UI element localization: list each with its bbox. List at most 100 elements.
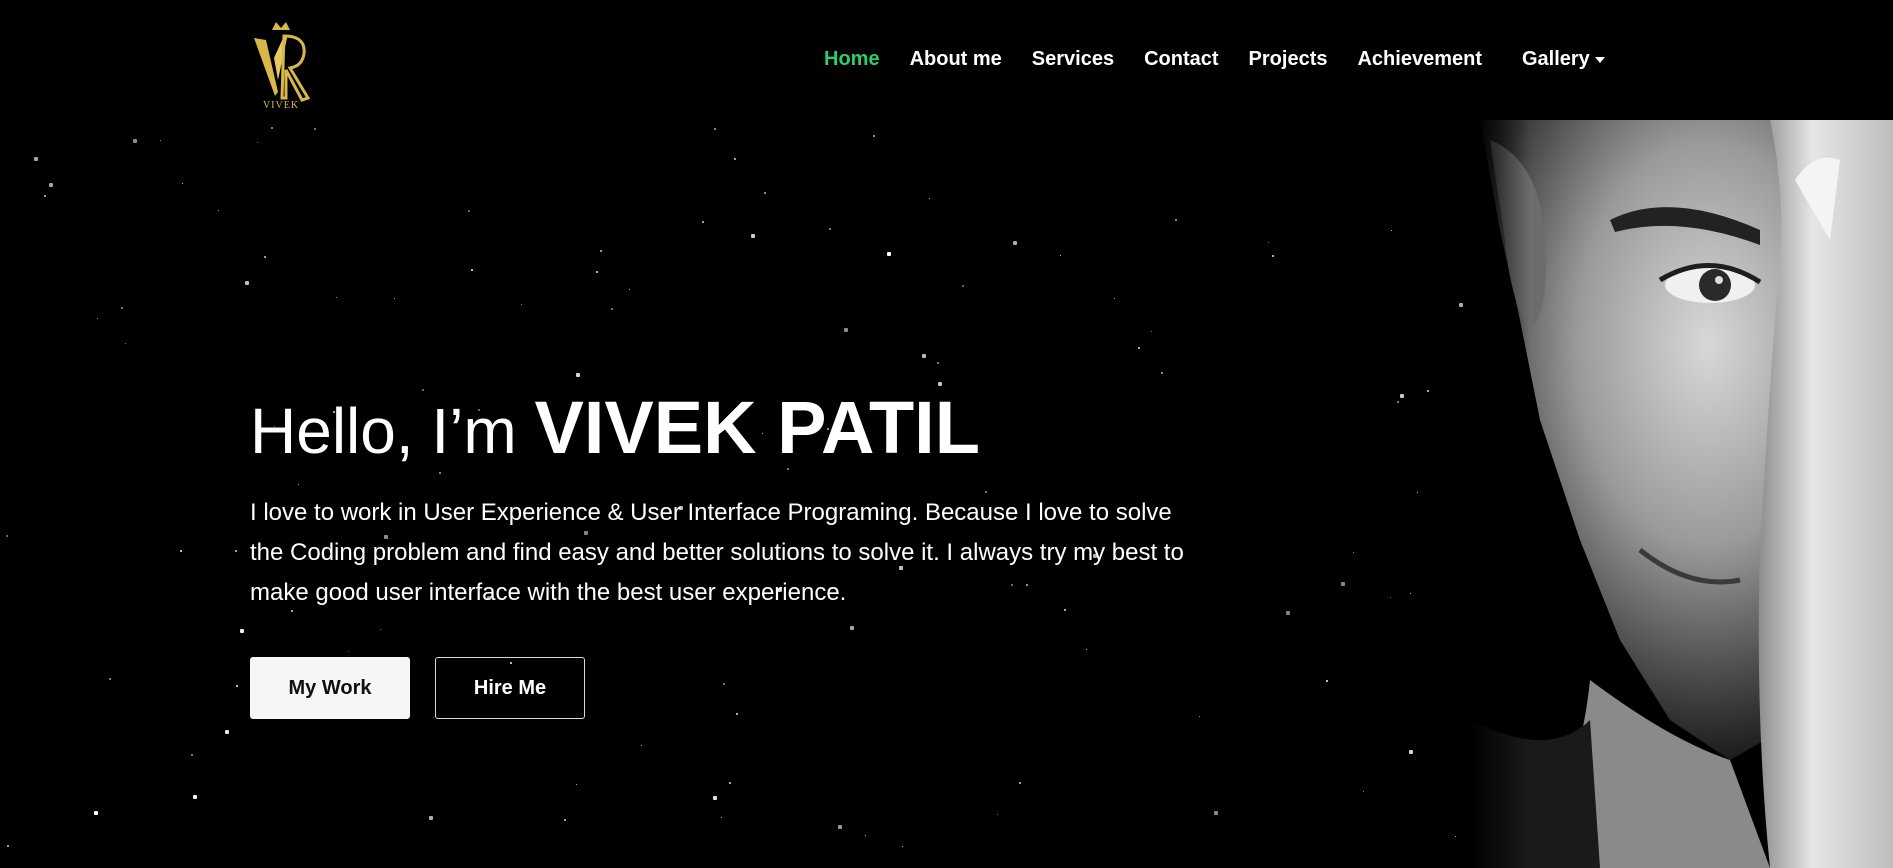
- brand-logo[interactable]: VIVEK: [250, 18, 312, 111]
- star-dot: [1459, 303, 1463, 307]
- star-dot: [721, 817, 722, 818]
- star-dot: [838, 825, 842, 829]
- star-dot: [34, 157, 38, 161]
- star-dot: [235, 550, 237, 552]
- star-dot: [1326, 680, 1328, 682]
- star-dot: [1286, 611, 1290, 615]
- star-dot: [729, 782, 731, 784]
- star-dot: [734, 158, 736, 160]
- star-dot: [937, 362, 939, 364]
- star-dot: [1353, 552, 1354, 553]
- star-dot: [1060, 255, 1061, 256]
- hero-portrait-image: [1470, 120, 1893, 868]
- star-dot: [714, 128, 716, 130]
- star-dot: [240, 629, 244, 633]
- star-dot: [180, 550, 182, 552]
- star-dot: [314, 128, 316, 130]
- star-dot: [271, 127, 273, 129]
- star-dot: [1409, 750, 1413, 754]
- nav-contact[interactable]: Contact: [1144, 48, 1218, 71]
- nav-gallery-label: Gallery: [1521, 48, 1590, 70]
- star-dot: [1151, 331, 1152, 332]
- star-dot: [1391, 230, 1392, 231]
- star-dot: [629, 289, 630, 290]
- star-dot: [751, 234, 755, 238]
- star-dot: [44, 195, 46, 197]
- star-dot: [887, 252, 891, 256]
- star-dot: [191, 754, 193, 756]
- hire-me-button[interactable]: Hire Me: [435, 657, 585, 719]
- nav-achievement[interactable]: Achievement: [1357, 48, 1482, 71]
- star-dot: [1161, 372, 1163, 374]
- star-dot: [429, 816, 433, 820]
- star-dot: [641, 745, 642, 746]
- star-dot: [97, 318, 98, 319]
- star-dot: [1400, 394, 1404, 398]
- hero-actions: My Work Hire Me: [250, 657, 1190, 719]
- hero-description: I love to work in User Experience & User…: [250, 499, 1184, 606]
- nav-about-me[interactable]: About me: [910, 48, 1002, 71]
- star-dot: [997, 814, 998, 815]
- star-dot: [1268, 242, 1269, 243]
- star-dot: [264, 256, 266, 258]
- star-dot: [7, 845, 9, 847]
- star-dot: [94, 811, 98, 815]
- star-dot: [902, 846, 903, 847]
- star-dot: [471, 269, 473, 271]
- hero-greeting: Hello, I’m: [250, 395, 517, 467]
- star-dot: [576, 373, 580, 377]
- star-dot: [182, 183, 183, 184]
- site-header: VIVEK Home About me Services Contact Pro…: [0, 0, 1893, 120]
- star-dot: [1410, 593, 1411, 594]
- star-dot: [1013, 241, 1017, 245]
- my-work-button[interactable]: My Work: [250, 657, 410, 719]
- main-nav: Home About me Services Contact Projects …: [824, 48, 1635, 71]
- star-dot: [865, 835, 866, 836]
- star-dot: [713, 796, 717, 800]
- star-dot: [49, 183, 53, 187]
- star-dot: [1114, 298, 1115, 299]
- star-dot: [193, 795, 197, 799]
- star-dot: [764, 192, 766, 194]
- star-dot: [125, 343, 126, 344]
- svg-text:VIVEK: VIVEK: [263, 100, 299, 110]
- star-dot: [1341, 582, 1345, 586]
- star-dot: [1138, 347, 1140, 349]
- star-dot: [1417, 492, 1418, 493]
- star-dot: [218, 210, 219, 211]
- star-dot: [109, 678, 111, 680]
- nav-services[interactable]: Services: [1032, 48, 1114, 71]
- star-dot: [611, 308, 613, 310]
- nav-gallery-dropdown[interactable]: Gallery: [1522, 48, 1605, 71]
- star-dot: [160, 140, 161, 141]
- star-dot: [6, 535, 8, 537]
- nav-projects[interactable]: Projects: [1249, 48, 1328, 71]
- star-dot: [236, 685, 238, 687]
- star-dot: [873, 135, 875, 137]
- star-dot: [922, 354, 926, 358]
- caret-down-icon: [1594, 56, 1605, 63]
- nav-home[interactable]: Home: [824, 48, 880, 71]
- star-dot: [468, 210, 470, 212]
- star-dot: [225, 730, 229, 734]
- star-dot: [245, 281, 249, 285]
- star-dot: [1390, 597, 1391, 598]
- star-dot: [929, 198, 930, 199]
- star-dot: [1175, 219, 1177, 221]
- hero-name: VIVEK PATIL: [534, 386, 980, 469]
- star-dot: [1363, 791, 1364, 792]
- star-dot: [521, 304, 522, 305]
- star-dot: [121, 307, 123, 309]
- star-dot: [394, 298, 395, 299]
- star-dot: [844, 328, 848, 332]
- star-dot: [257, 142, 258, 143]
- star-dot: [1199, 716, 1200, 717]
- star-dot: [600, 250, 602, 252]
- star-dot: [596, 271, 598, 273]
- star-dot: [1272, 255, 1274, 257]
- star-dot: [702, 221, 704, 223]
- star-dot: [1397, 401, 1399, 403]
- star-dot: [1019, 782, 1021, 784]
- star-dot: [564, 819, 566, 821]
- hero-heading: Hello, I’m VIVEK PATIL: [250, 388, 1190, 471]
